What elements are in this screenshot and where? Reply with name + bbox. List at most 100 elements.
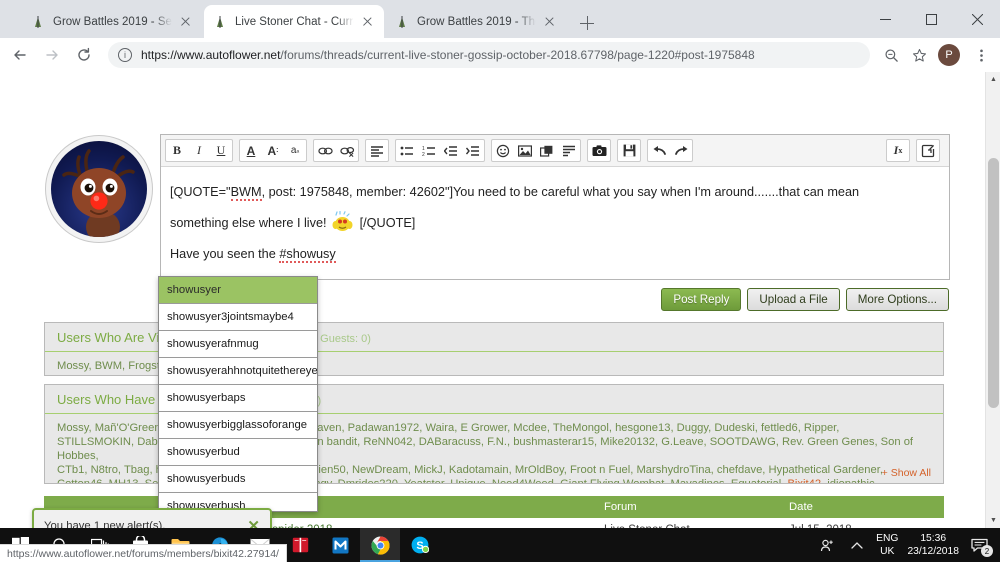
toolbar-group-align [365, 139, 389, 162]
toolbar-group-history [647, 139, 693, 162]
post-reply-button[interactable]: Post Reply [661, 288, 742, 311]
profile-avatar[interactable]: P [938, 44, 960, 66]
close-window-button[interactable] [954, 0, 1000, 38]
scrollbar-thumb[interactable] [988, 158, 999, 408]
editor-line-3: Have you seen the #showusy [170, 247, 336, 263]
bullet-list-button[interactable] [396, 140, 418, 161]
leaf-icon [394, 14, 410, 30]
browser-tab-3[interactable]: Grow Battles 2019 - The Biggest G [386, 5, 566, 38]
outdent-button[interactable] [440, 140, 462, 161]
align-button[interactable] [366, 140, 388, 161]
window-controls [862, 0, 1000, 38]
more-options-button[interactable]: More Options... [845, 288, 949, 311]
draft-save-button[interactable] [618, 140, 640, 161]
status-bar-url: https://www.autoflower.net/forums/member… [0, 544, 287, 562]
url-path: /forums/threads/current-live-stoner-goss… [280, 48, 755, 62]
autocomplete-item-5[interactable]: showusyerbigglassoforange [159, 412, 317, 439]
browser-tab-3-label: Grow Battles 2019 - The Biggest G [417, 15, 536, 28]
bold-button[interactable]: B [166, 140, 188, 161]
highlighted-username[interactable]: Bixit42 [787, 478, 821, 483]
notification-count: 2 [981, 545, 993, 557]
autocomplete-item-6[interactable]: showusyerbud [159, 439, 317, 466]
star-icon[interactable] [906, 42, 932, 68]
show-all-link[interactable]: + Show All [882, 467, 931, 479]
address-bar-url: https://www.autoflower.net/forums/thread… [141, 48, 755, 62]
close-icon[interactable] [542, 14, 558, 30]
leaf-icon [30, 14, 46, 30]
text-color-button[interactable]: A [240, 140, 262, 161]
media-button[interactable] [536, 140, 558, 161]
autocomplete-item-1[interactable]: showusyer3jointsmaybe4 [159, 304, 317, 331]
toolbar-group-insert [491, 139, 581, 162]
site-info-icon[interactable]: i [118, 48, 132, 62]
reload-button[interactable] [70, 41, 98, 69]
language-indicator[interactable]: ENG UK [876, 528, 898, 562]
minimize-button[interactable] [862, 0, 908, 38]
zoom-icon[interactable] [878, 42, 904, 68]
action-center-icon[interactable]: 2 [964, 528, 994, 562]
address-bar[interactable]: i https://www.autoflower.net/forums/thre… [108, 42, 870, 68]
toolbar-group-remove-format: Ix [886, 139, 910, 162]
kebab-menu-icon[interactable] [968, 42, 994, 68]
toolbar-group-bbcode [916, 139, 940, 162]
quote-button[interactable] [558, 140, 580, 161]
smilies-button[interactable] [492, 140, 514, 161]
people-icon[interactable] [812, 528, 842, 562]
close-icon[interactable] [178, 14, 194, 30]
post-editor[interactable]: B I U A A: aₐ 1 2 I x [QUOTE="BWM, post:… [160, 134, 950, 280]
insert-link-button[interactable] [314, 140, 336, 161]
avatar[interactable] [45, 135, 153, 243]
leaf-icon [212, 14, 228, 30]
editor-toolbar: B I U A A: aₐ 1 2 I x [161, 135, 949, 167]
autocomplete-item-4[interactable]: showusyerbaps [159, 385, 317, 412]
page-viewport: B I U A A: aₐ 1 2 I x [QUOTE="BWM, post:… [0, 72, 1000, 528]
page-scrollbar[interactable]: ▲ ▼ [985, 72, 1000, 528]
skype-icon[interactable]: S [400, 528, 440, 562]
toolbar-group-screenshot [587, 139, 611, 162]
insert-image-button[interactable] [514, 140, 536, 161]
alert-toast[interactable]: You have 1 new alert(s). ✕ [32, 508, 272, 528]
scroll-up-arrow[interactable]: ▲ [986, 72, 1000, 87]
screenshot-button[interactable] [588, 140, 610, 161]
autocomplete-item-0[interactable]: showusyer [159, 277, 317, 304]
editor-line-1: [QUOTE="BWM, post: 1975848, member: 4260… [170, 185, 860, 201]
editor-text-area[interactable]: [QUOTE="BWM, post: 1975848, member: 4260… [161, 167, 949, 280]
remove-link-button[interactable] [336, 140, 358, 161]
toggle-bbcode-button[interactable] [917, 140, 939, 161]
new-tab-button[interactable] [574, 10, 600, 36]
forward-button[interactable] [38, 41, 66, 69]
undo-button[interactable] [648, 140, 670, 161]
clock-time: 15:36 [920, 533, 947, 544]
misspelled-word: BWM [230, 185, 262, 201]
autocomplete-item-2[interactable]: showusyerafnmug [159, 331, 317, 358]
tab-strip: Grow Battles 2019 - Seedstockers Live St… [0, 0, 1000, 38]
toolbar-group-text-style: B I U [165, 139, 233, 162]
toolbar-group-draft [617, 139, 641, 162]
font-family-button[interactable]: A: [262, 140, 284, 161]
avatar-image-reindeer [51, 141, 147, 237]
remove-formatting-button[interactable]: Ix [887, 140, 909, 161]
autocomplete-item-7[interactable]: showusyerbuds [159, 466, 317, 493]
autocomplete-item-3[interactable]: showusyerahhnotquitethereyet [159, 358, 317, 385]
browser-tab-1[interactable]: Grow Battles 2019 - Seedstockers [22, 5, 202, 38]
mention-autocomplete-dropdown[interactable]: showusyer showusyer3jointsmaybe4 showusy… [158, 276, 318, 512]
maximize-button[interactable] [908, 0, 954, 38]
indent-button[interactable] [462, 140, 484, 161]
show-hidden-icons-chevron[interactable] [842, 528, 872, 562]
clock[interactable]: 15:36 23/12/2018 [907, 528, 959, 562]
chrome-browser-icon[interactable] [360, 528, 400, 562]
font-size-button[interactable]: aₐ [284, 140, 306, 161]
browser-tab-2[interactable]: Live Stoner Chat - Current Live St [204, 5, 384, 38]
maxthon-browser-icon[interactable] [320, 528, 360, 562]
underline-button[interactable]: U [210, 140, 232, 161]
upload-file-button[interactable]: Upload a File [747, 288, 840, 311]
scroll-down-arrow[interactable]: ▼ [986, 513, 1000, 528]
toolbar-group-font: A A: aₐ [239, 139, 307, 162]
numbered-list-button[interactable]: 12 [418, 140, 440, 161]
editor-action-buttons: Post Reply Upload a File More Options... [661, 288, 949, 311]
back-button[interactable] [6, 41, 34, 69]
redo-button[interactable] [670, 140, 692, 161]
close-icon[interactable] [360, 14, 376, 30]
close-icon[interactable]: ✕ [247, 517, 260, 528]
italic-button[interactable]: I [188, 140, 210, 161]
